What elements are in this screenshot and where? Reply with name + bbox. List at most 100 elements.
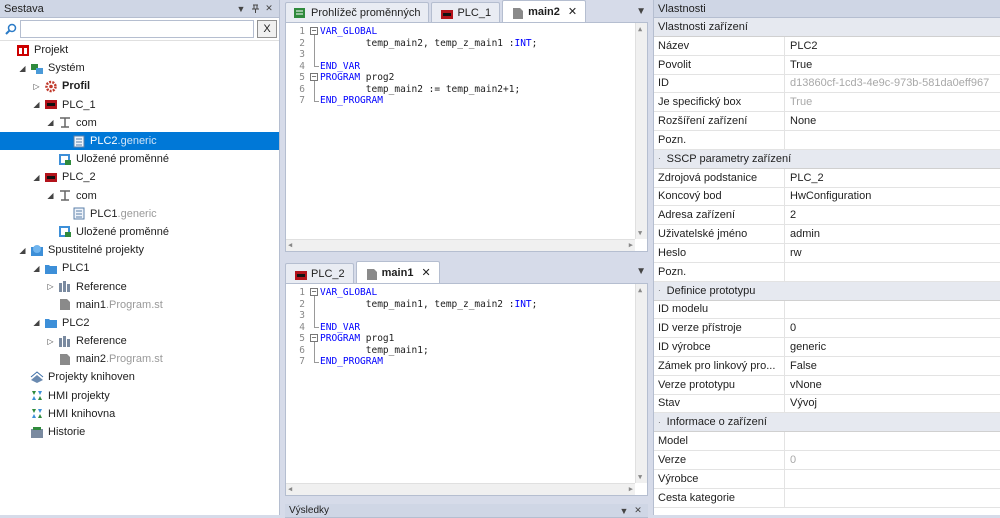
property-value[interactable]: PLC_2 [785,169,1000,187]
property-value[interactable]: 0 [785,319,1000,337]
tab-menu-icon[interactable]: ▼ [636,6,646,17]
clear-search-button[interactable]: X [257,20,277,38]
property-key: Verze [654,451,785,469]
fold-toggle-icon[interactable]: − [308,287,320,299]
collapse-icon[interactable]: · [658,154,661,163]
tree-item-system[interactable]: ◢ Systém [0,59,279,77]
expand-arrow-icon[interactable]: ▷ [31,82,42,91]
expand-arrow-icon[interactable]: ◢ [31,173,42,182]
fold-toggle-icon[interactable]: − [308,26,320,38]
tree-item-plc2[interactable]: ◢ PLC_2 [0,168,279,186]
search-input[interactable] [20,20,254,38]
close-tab-icon[interactable]: ✕ [421,266,430,279]
code-editor-main1[interactable]: 1− VAR_GLOBAL 2 temp_main1, temp_z_main2 :… [285,283,648,496]
property-section-header[interactable]: Vlastnosti zařízení [654,18,1000,37]
tree-item-profil[interactable]: ▷ Profil [0,77,279,95]
property-value[interactable]: True [785,56,1000,74]
tree-item-plc1-vars[interactable]: Uložené proměnné [0,150,279,168]
tab-plc-1[interactable]: PLC_1 [431,2,501,22]
tree-item-historie[interactable]: Historie [0,423,279,441]
vertical-scrollbar[interactable]: ▲ ▼ [635,23,647,239]
expand-arrow-icon[interactable]: ◢ [17,246,28,255]
property-section-header[interactable]: · SSCP parametry zařízení [654,149,1000,169]
tree-item-knihoven[interactable]: Projekty knihoven [0,368,279,386]
expand-arrow-icon[interactable]: ▷ [45,282,56,291]
property-value[interactable]: rw [785,244,1000,262]
tree-item-label: Historie [48,426,86,439]
property-value[interactable]: Vývoj [785,395,1000,413]
tree-item-main2[interactable]: main2 .Program.st [0,350,279,368]
property-value[interactable] [785,489,1000,507]
property-row: ID modelu [654,300,1000,320]
property-value[interactable] [785,131,1000,149]
property-section-title: Definice prototypu [666,284,756,297]
tree-item-hmi-lib[interactable]: HMI knihovna [0,405,279,423]
tree-item-plc1[interactable]: ◢ PLC_1 [0,96,279,114]
property-key: Název [654,37,785,55]
hmi-icon [30,389,44,402]
property-value[interactable]: generic [785,338,1000,356]
expand-arrow-icon[interactable]: ◢ [31,100,42,109]
property-value[interactable]: admin [785,225,1000,243]
property-value[interactable]: None [785,112,1000,130]
tab-prohl-e-prom-nn-ch[interactable]: Prohlížeč proměnných [285,2,430,22]
dropdown-icon[interactable]: ▼ [618,504,630,518]
tab-main2[interactable]: main2 ✕ [502,0,587,22]
property-value[interactable]: HwConfiguration [785,188,1000,206]
property-value[interactable]: 2 [785,206,1000,224]
tree-item-spustitelne[interactable]: ◢ Spustitelné projekty [0,241,279,259]
property-value[interactable]: vNone [785,376,1000,394]
property-section-header[interactable]: · Definice prototypu [654,281,1000,301]
tree-item-projekt[interactable]: Projekt [0,41,279,59]
expand-arrow-icon[interactable]: ◢ [45,191,56,200]
tree-item-main1[interactable]: main1 .Program.st [0,296,279,314]
collapse-icon[interactable]: · [658,286,661,295]
close-icon[interactable]: ✕ [263,2,275,16]
property-row: Verze 0 [654,451,1000,470]
property-value[interactable]: True [785,93,1000,111]
property-value[interactable] [785,432,1000,450]
tree-item-plc2-com[interactable]: ◢ com [0,187,279,205]
property-value[interactable]: PLC2 [785,37,1000,55]
property-key: Verze prototypu [654,375,785,394]
code-editor-main2[interactable]: 1− VAR_GLOBAL 2 temp_main2, temp_z_main1 :… [285,22,648,252]
property-key: ID výrobce [654,338,785,356]
horizontal-scrollbar[interactable]: ◀ ▶ [286,483,635,495]
property-value[interactable] [785,301,1000,319]
fold-toggle-icon[interactable]: − [308,72,320,84]
tab-main1[interactable]: main1 ✕ [355,261,440,283]
tab-menu-icon[interactable]: ▼ [636,266,646,277]
tree-item-plc1-generic[interactable]: PLC1 .generic [0,205,279,223]
property-value[interactable] [785,470,1000,488]
dropdown-icon[interactable]: ▼ [235,2,247,16]
expand-arrow-icon[interactable]: ▷ [45,337,56,346]
fold-guide [308,60,320,73]
property-value[interactable] [785,263,1000,281]
fold-toggle-icon[interactable]: − [308,333,320,345]
expand-arrow-icon[interactable]: ◢ [17,64,28,73]
property-value[interactable]: False [785,357,1000,375]
tree-item-proj-plc1[interactable]: ◢ PLC1 [0,259,279,277]
close-tab-icon[interactable]: ✕ [568,5,577,18]
tree-item-ref1[interactable]: ▷ Reference [0,277,279,295]
close-icon[interactable]: ✕ [632,504,644,518]
horizontal-scrollbar[interactable]: ◀ ▶ [286,239,635,251]
tree-item-plc2-generic[interactable]: PLC2 .generic [0,131,279,151]
expand-arrow-icon[interactable]: ◢ [45,118,56,127]
tab-plc-2[interactable]: PLC_2 [285,263,354,283]
tree-item-proj-plc2[interactable]: ◢ PLC2 [0,314,279,332]
property-section-header[interactable]: · Informace o zařízení [654,413,1000,433]
property-value[interactable]: 0 [785,451,1000,469]
collapse-icon[interactable]: · [658,418,661,427]
tree-item-ref2[interactable]: ▷ Reference [0,332,279,350]
tree-item-hmi-proj[interactable]: HMI projekty [0,387,279,405]
property-row: Pozn. [654,262,1000,282]
tree-item-plc2-vars[interactable]: Uložené proměnné [0,223,279,241]
expand-arrow-icon[interactable]: ◢ [31,318,42,327]
tree-item-plc1-com[interactable]: ◢ com [0,114,279,132]
property-row: Verze prototypu vNone [654,375,1000,395]
expand-arrow-icon[interactable]: ◢ [31,264,42,273]
property-value[interactable]: d13860cf-1cd3-4e9c-973b-581da0eff967 [785,75,1000,93]
vertical-scrollbar[interactable]: ▲ ▼ [635,284,647,483]
pin-icon[interactable] [249,2,261,16]
